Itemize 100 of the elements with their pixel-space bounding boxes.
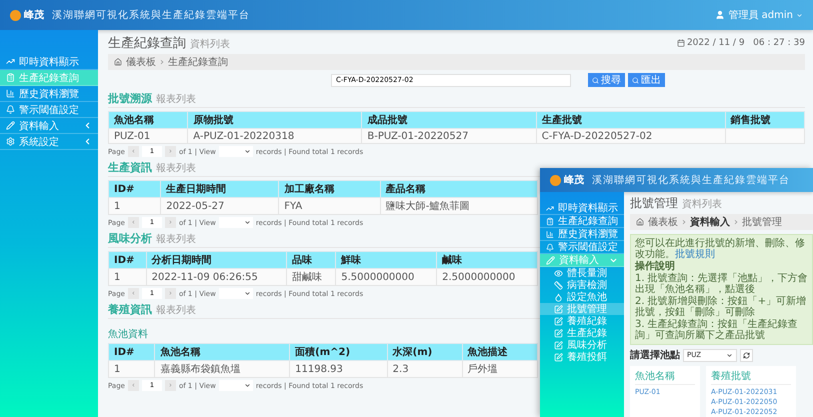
sidebar-item[interactable]: 歷史資料瀏覽 <box>540 228 624 241</box>
column-header[interactable]: 魚池描述 <box>462 344 538 360</box>
logo-text: 峰茂 <box>564 174 584 187</box>
column-header[interactable]: ID# <box>108 252 146 268</box>
table-cell: 2022-11-09 06:26:55 <box>146 268 287 286</box>
sidebar-item[interactable]: 養殖投餌 <box>540 351 624 363</box>
section-subtitle: 報表列表 <box>156 162 196 175</box>
droplet-icon <box>554 292 563 302</box>
sidebar-item[interactable]: 病害檢測 <box>540 279 624 291</box>
edit-icon <box>554 328 563 338</box>
sidebar-item[interactable]: 即時資料顯示 <box>540 202 624 215</box>
column-header[interactable]: 產品名稱 <box>380 180 538 198</box>
column-header[interactable]: 成品批號 <box>362 112 536 128</box>
column-header[interactable]: 生產批號 <box>536 112 726 128</box>
edit-icon <box>554 340 563 350</box>
sidebar-item[interactable]: 生產紀錄 <box>540 327 624 339</box>
calendar-icon <box>676 39 685 47</box>
eye-icon <box>554 268 563 278</box>
logo-text: 峰茂 <box>24 8 44 22</box>
alert-text: 2. 批號新增與刪除：按鈕「+」可新增批號，按鈕「刪除」可刪除 <box>635 296 808 318</box>
breadcrumb-link[interactable]: 資料輸入 <box>690 215 730 229</box>
bell-icon <box>546 242 554 252</box>
sidebar-item[interactable]: 體長量測 <box>540 267 624 279</box>
logo-icon <box>10 10 21 20</box>
page-title: 生產紀錄查詢 <box>108 35 186 52</box>
sidebar-item[interactable]: 生產紀錄查詢 <box>540 215 624 228</box>
column-header[interactable]: 面積(m^2) <box>290 344 388 360</box>
card-title: 魚池名稱 <box>635 369 695 385</box>
sidebar-item[interactable]: 系統設定 <box>0 134 98 150</box>
user-icon <box>715 10 726 20</box>
page-size-select[interactable] <box>218 288 253 299</box>
app-title: 溪湖聯網可視化系統與生產紀錄雲端平台 <box>592 174 790 187</box>
sidebar-item[interactable]: 資料輸入 <box>0 118 98 134</box>
table-cell: 5.5000000000 <box>336 268 437 286</box>
table-cell: 2.3 <box>387 360 462 378</box>
page-size-select[interactable] <box>218 146 253 157</box>
pencil-icon <box>6 121 15 130</box>
breadcrumb-link[interactable]: 批號管理 <box>742 215 782 229</box>
table-cell: PUZ-01 <box>108 128 188 144</box>
column-header[interactable]: 水深(m) <box>387 344 462 360</box>
breadcrumb-link[interactable]: 生產紀錄查詢 <box>168 55 228 69</box>
search-icon <box>632 76 639 84</box>
column-header[interactable]: ID# <box>108 344 155 360</box>
sidebar-item[interactable]: 風味分析 <box>540 339 624 351</box>
sidebar-item[interactable]: 養殖紀錄 <box>540 315 624 327</box>
app-title: 溪湖聯網可視化系統與生產紀錄雲端平台 <box>52 8 250 22</box>
caret-icon <box>244 290 251 297</box>
column-header[interactable]: 魚池名稱 <box>108 112 188 128</box>
column-header[interactable]: 品味 <box>286 252 336 268</box>
table-cell: 甜鹹味 <box>286 268 336 286</box>
column-header[interactable]: 分析日期時間 <box>146 252 287 268</box>
sidebar-item[interactable]: 批號管理 <box>540 303 624 315</box>
table-cell: 鹽味大師-鱸魚菲圖 <box>380 198 538 214</box>
table-cell: FYA <box>278 198 380 214</box>
refresh-button[interactable] <box>740 348 753 362</box>
table-cell: 1 <box>108 360 155 378</box>
column-header[interactable]: 魚池名稱 <box>154 344 290 360</box>
clipboard-icon <box>546 216 554 226</box>
section-title: 批號溯源 <box>108 91 152 106</box>
table-cell: A-PUZ-01-20220318 <box>188 128 362 144</box>
card-title: 養殖批號 <box>711 369 791 385</box>
table-cell: 2022-05-27 <box>160 198 279 214</box>
user-menu[interactable]: 管理員 admin <box>728 8 793 22</box>
search-icon <box>592 76 599 84</box>
page-subtitle: 資料列表 <box>682 198 722 211</box>
column-header[interactable]: 銷售批號 <box>725 112 804 128</box>
section-title: 風味分析 <box>108 231 152 246</box>
breadcrumb-link[interactable]: 儀表板 <box>648 215 678 229</box>
caret-icon <box>726 352 733 358</box>
column-header[interactable]: 原物批號 <box>188 112 362 128</box>
ruler-icon <box>554 280 563 290</box>
breadcrumb-separator: › <box>682 216 686 228</box>
page-size-select[interactable] <box>218 217 253 228</box>
sidebar-item[interactable]: 設定魚池 <box>540 291 624 303</box>
sidebar-item[interactable]: 警示閾值設定 <box>0 102 98 118</box>
breadcrumb-link[interactable]: 儀表板 <box>126 55 156 69</box>
trend-line-icon <box>546 204 554 212</box>
column-header[interactable]: 鮮味 <box>336 252 437 268</box>
sidebar-item[interactable]: 歷史資料瀏覽 <box>0 86 98 102</box>
batch-rules-link[interactable]: 批號規則 <box>675 249 715 260</box>
pond-data-link[interactable]: 魚池資料 <box>108 327 148 341</box>
section-subtitle: 報表列表 <box>156 92 196 106</box>
section-title: 養殖資訊 <box>108 302 152 317</box>
section-subtitle: 報表列表 <box>156 232 196 246</box>
table-cell: 1 <box>108 268 146 286</box>
bell-icon <box>6 105 15 114</box>
export-button[interactable]: 匯出 <box>628 73 665 87</box>
edit-icon <box>554 352 563 362</box>
settings-icon <box>6 137 15 146</box>
table-cell: C-FYA-D-20220527-02 <box>536 128 726 144</box>
breadcrumb-separator: › <box>160 56 164 68</box>
column-header[interactable]: ID# <box>108 180 161 198</box>
column-header[interactable]: 生產日期時間 <box>160 180 279 198</box>
column-header[interactable]: 鹹味 <box>436 252 538 268</box>
alert-text: 1. 批號查詢：先選擇「池點」，下方會出現「魚池名稱」，點選後 <box>635 273 808 295</box>
search-button[interactable]: 搜尋 <box>588 73 625 87</box>
alert-text: 您可以在此進行批號的新增、刪除、修改功能。批號規則 <box>635 238 806 260</box>
table-cell: 戶外塭 <box>462 360 538 378</box>
page-size-select[interactable] <box>218 380 253 391</box>
column-header[interactable]: 加工廠名稱 <box>278 180 380 198</box>
